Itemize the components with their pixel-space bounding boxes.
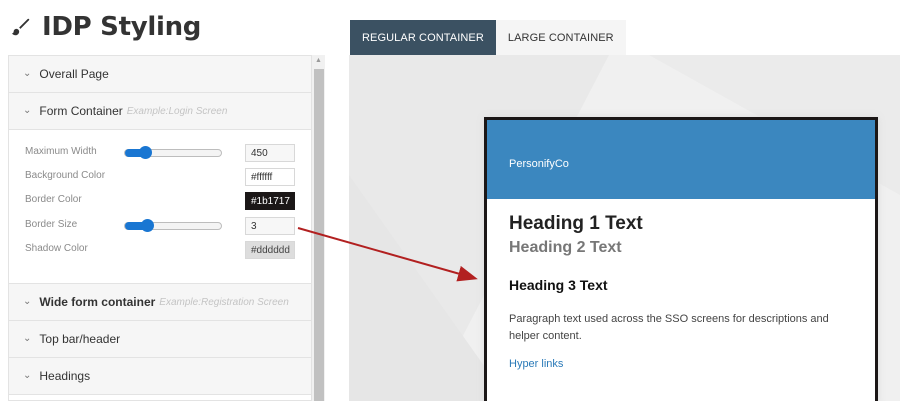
scroll-up-icon[interactable]: ▲	[312, 55, 325, 67]
paintbrush-icon	[11, 18, 30, 36]
accordion-label: Wide form container	[39, 295, 156, 309]
shadow-color-field: Shadow Color #dddddd	[25, 241, 305, 261]
chevron-down-icon: ⌄	[23, 369, 32, 381]
accordion-label: Top bar/header	[39, 332, 121, 346]
preview-heading-3: Heading 3 Text	[509, 277, 608, 293]
container-tabs: REGULAR CONTAINER LARGE CONTAINER	[350, 20, 626, 55]
chevron-down-icon: ⌄	[23, 332, 32, 344]
accordion-example: Example:Login Screen	[126, 105, 228, 117]
field-label: Border Color	[25, 194, 82, 205]
styling-accordion: ⌄ Overall Page ⌄ Form Container Example:…	[8, 55, 311, 401]
field-label: Shadow Color	[25, 243, 88, 254]
shadow-color-input[interactable]: #dddddd	[245, 241, 295, 259]
border-size-field: Border Size 3	[25, 217, 305, 237]
accordion-label: Overall Page	[39, 67, 109, 81]
form-container-settings: Maximum Width 450 Background Color #ffff…	[9, 130, 311, 284]
accordion-overall-page[interactable]: ⌄ Overall Page	[9, 56, 311, 93]
slider-thumb[interactable]	[141, 219, 154, 232]
preview-hyperlink[interactable]: Hyper links	[509, 358, 853, 370]
page-title-text: IDP Styling	[42, 12, 202, 42]
accordion-label: Form Container	[39, 104, 123, 118]
accordion-form-container[interactable]: ⌄ Form Container Example:Login Screen	[9, 93, 311, 130]
preview-top-bar: PersonifyCo	[487, 120, 875, 199]
preview-paragraph: Paragraph text used across the SSO scree…	[509, 313, 829, 342]
max-width-field: Maximum Width 450	[25, 144, 305, 164]
tab-regular-container[interactable]: REGULAR CONTAINER	[350, 20, 496, 55]
preview-heading-1: Heading 1 Text	[509, 213, 643, 234]
field-label: Border Size	[25, 219, 78, 230]
field-label: Maximum Width	[25, 146, 97, 157]
border-size-input[interactable]: 3	[245, 217, 295, 235]
idp-styling-app: IDP Styling ⌄ Overall Page ⌄ Form Contai…	[0, 0, 900, 401]
field-label: Background Color	[25, 170, 106, 181]
panel-scrollbar[interactable]: ▲	[311, 55, 325, 401]
max-width-slider[interactable]	[124, 146, 222, 159]
brand-name: PersonifyCo	[509, 158, 569, 170]
accordion-headings[interactable]: ⌄ Headings	[9, 358, 311, 395]
background-color-field: Background Color #ffffff	[25, 168, 305, 188]
tab-large-container[interactable]: LARGE CONTAINER	[495, 20, 626, 55]
background-color-input[interactable]: #ffffff	[245, 168, 295, 186]
chevron-down-icon: ⌄	[23, 67, 32, 79]
page-title: IDP Styling	[10, 10, 201, 44]
accordion-wide-form-container[interactable]: ⌄ Wide form container Example:Registrati…	[9, 284, 311, 321]
form-container-preview: PersonifyCo Heading 1 Text Heading 2 Tex…	[484, 117, 878, 401]
accordion-example: Example:Registration Screen	[159, 296, 289, 308]
chevron-down-icon: ⌄	[23, 295, 32, 307]
max-width-input[interactable]: 450	[245, 144, 295, 162]
preview-heading-2: Heading 2 Text	[509, 239, 622, 256]
preview-body: Heading 1 Text Heading 2 Text Heading 3 …	[487, 199, 875, 384]
border-size-slider[interactable]	[124, 219, 222, 232]
border-color-field: Border Color #1b1717	[25, 192, 305, 212]
accordion-top-bar[interactable]: ⌄ Top bar/header	[9, 321, 311, 358]
slider-thumb[interactable]	[139, 146, 152, 159]
chevron-down-icon: ⌄	[23, 104, 32, 116]
accordion-label: Headings	[39, 369, 91, 383]
border-color-input[interactable]: #1b1717	[245, 192, 295, 210]
scroll-thumb[interactable]	[314, 69, 324, 401]
